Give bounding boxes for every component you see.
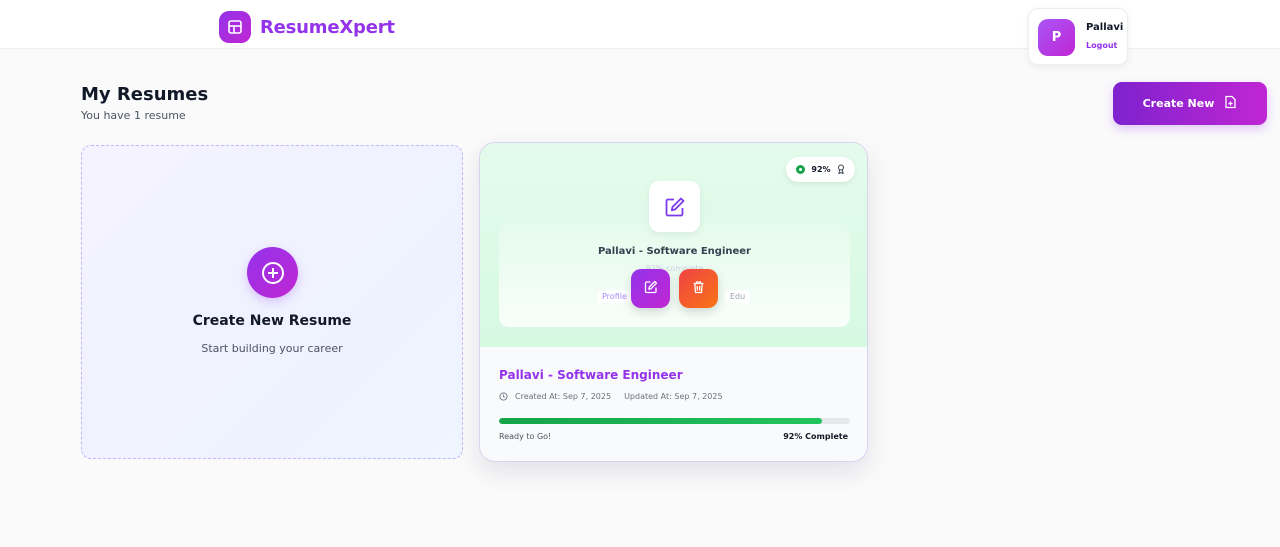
page-title: My Resumes: [81, 84, 209, 105]
create-resume-card[interactable]: Create New Resume Start building your ca…: [81, 145, 463, 459]
resume-card[interactable]: 92% Pallavi - Software Engineer 92% comp…: [479, 142, 868, 462]
resume-preview[interactable]: 92% Pallavi - Software Engineer 92% comp…: [480, 143, 867, 347]
create-card-title: Create New Resume: [192, 313, 352, 329]
brand[interactable]: ResumeXpert: [219, 11, 395, 43]
preview-subtitle: 92% complete: [645, 264, 704, 273]
layout-icon: [219, 11, 251, 43]
edit-icon: [644, 280, 658, 297]
score-badge: 92%: [786, 157, 855, 182]
progress-bar: [499, 418, 850, 424]
create-new-label: Create New: [1142, 97, 1215, 110]
section-chip-profile: Profile: [597, 290, 632, 303]
status-dot-icon: [796, 165, 806, 174]
logout-link[interactable]: Logout: [1086, 41, 1117, 50]
preview-title: Pallavi - Software Engineer: [597, 246, 751, 257]
updated-date: Updated At: Sep 7, 2025: [624, 392, 723, 401]
trash-icon: [692, 280, 705, 297]
progress-fill: [499, 418, 822, 424]
user-name: Pallavi: [1086, 22, 1124, 33]
create-new-button[interactable]: Create New: [1113, 82, 1267, 125]
award-icon: [837, 164, 845, 176]
edit-resume-button[interactable]: [631, 269, 670, 308]
status-text: Ready to Go!: [499, 432, 552, 441]
score-value: 92%: [811, 165, 831, 174]
complete-percent: 92% Complete: [783, 432, 848, 441]
edit-document-icon: [649, 181, 700, 232]
section-chip-edu: Edu: [725, 290, 751, 303]
resume-title[interactable]: Pallavi - Software Engineer: [499, 368, 683, 382]
clock-icon: [499, 392, 508, 401]
create-card-subtitle: Start building your career: [201, 342, 343, 355]
resume-dates: Created At: Sep 7, 2025 Updated At: Sep …: [499, 392, 723, 401]
avatar[interactable]: P: [1038, 19, 1075, 56]
file-plus-icon: [1224, 95, 1237, 112]
page-subtitle: You have 1 resume: [81, 109, 186, 122]
plus-circle-icon: [247, 247, 298, 298]
user-menu[interactable]: P Pallavi Logout: [1028, 8, 1128, 65]
delete-resume-button[interactable]: [679, 269, 718, 308]
brand-name: ResumeXpert: [260, 16, 395, 38]
preview-sheet: [499, 223, 850, 327]
top-header: ResumeXpert P Pallavi Logout: [0, 0, 1280, 65]
created-date: Created At: Sep 7, 2025: [515, 392, 612, 401]
